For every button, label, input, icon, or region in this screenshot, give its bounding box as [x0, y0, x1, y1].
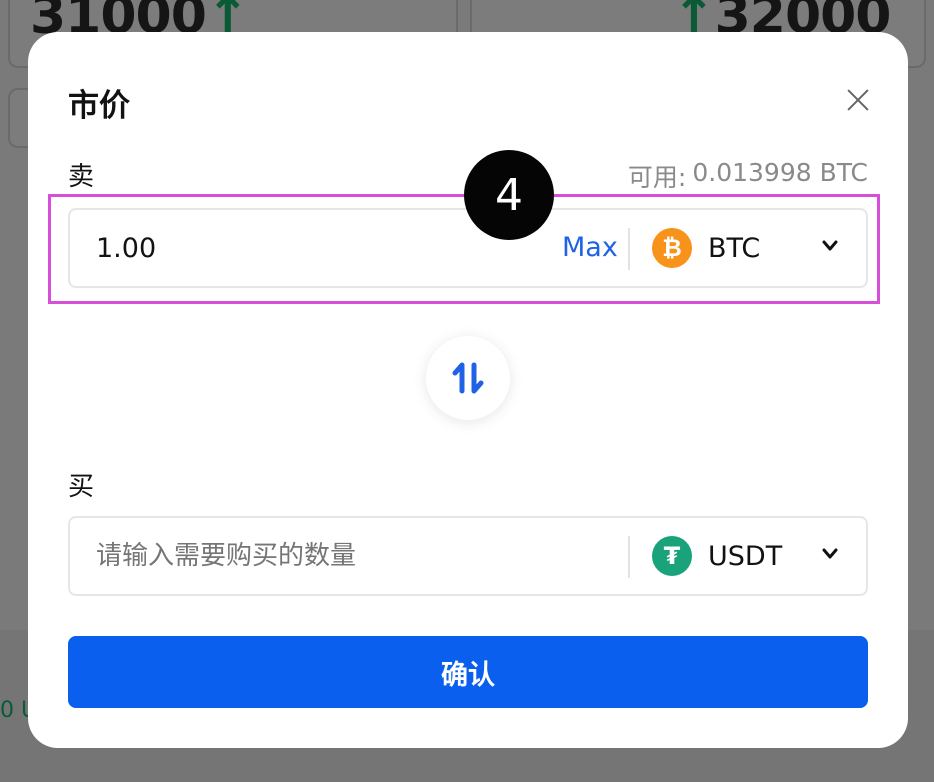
- buy-coin-name: USDT: [708, 540, 783, 572]
- available-balance: 可用: 0.013998 BTC: [628, 158, 868, 194]
- tether-icon: ₮: [652, 536, 692, 576]
- field-divider: [628, 536, 630, 578]
- available-value: 0.013998 BTC: [692, 158, 868, 187]
- step-highlight-box: [48, 194, 880, 304]
- buy-coin-selector[interactable]: ₮ USDT: [652, 536, 782, 576]
- market-order-modal: 市价 卖 可用: 0.013998 BTC 1.00 Max ₿ BTC 买 ₮…: [28, 32, 908, 748]
- modal-title: 市价: [68, 88, 130, 124]
- available-label: 可用:: [627, 163, 687, 192]
- buy-amount-input[interactable]: [96, 541, 616, 571]
- close-icon[interactable]: [842, 84, 874, 116]
- confirm-button[interactable]: 确认: [68, 636, 868, 708]
- chevron-down-icon[interactable]: [822, 546, 838, 562]
- buy-amount-field[interactable]: ₮ USDT: [68, 516, 868, 596]
- buy-label: 买: [68, 472, 95, 502]
- swap-arrows-icon: [452, 362, 484, 394]
- sell-label: 卖: [68, 162, 95, 192]
- step-number-badge: 4: [464, 150, 554, 240]
- swap-button[interactable]: [426, 336, 510, 420]
